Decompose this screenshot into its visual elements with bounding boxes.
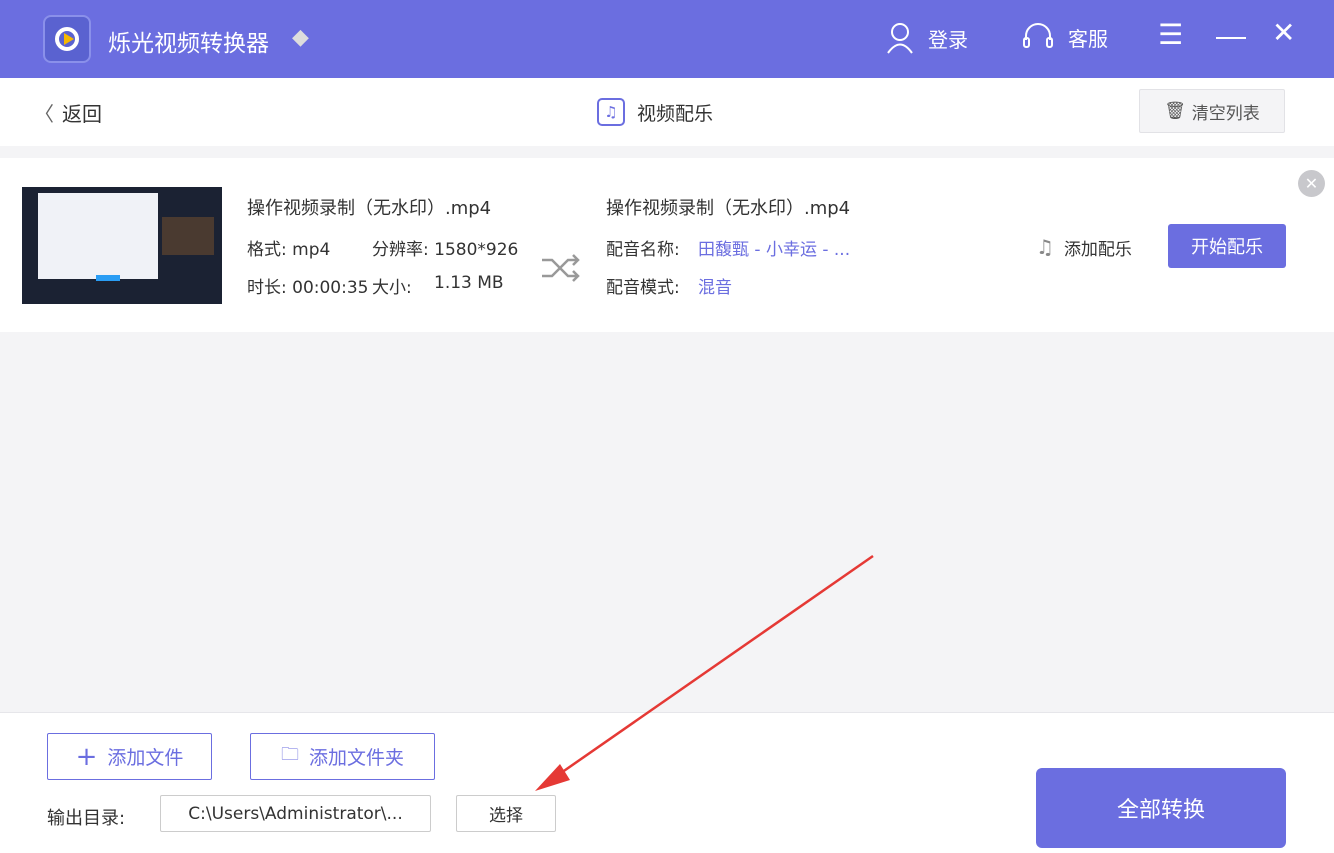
music-mode[interactable]: 混音 [698,273,732,298]
back-label: 返回 [62,102,102,126]
output-dir-input[interactable]: C:\Users\Administrator\... [160,795,431,832]
login-label: 登录 [928,27,968,52]
size-label: 大小: [372,278,412,298]
add-file-button[interactable]: + 添加文件 [47,733,212,780]
support-button[interactable]: 客服 [1022,22,1108,52]
app-logo-icon [43,15,91,63]
size-value: 1.13 MB [434,273,504,293]
page-title-label: 视频配乐 [637,102,714,125]
music-mode-label: 配音模式: [606,278,680,298]
music-name-label: 配音名称: [606,240,680,260]
add-file-label: 添加文件 [107,747,184,769]
folder-icon: 🗀 [280,743,299,765]
bottom-panel: + 添加文件 🗀 添加文件夹 输出目录: C:\Users\Administrato… [0,712,1334,853]
shuffle-icon [542,254,580,282]
headset-icon [1023,23,1053,48]
vip-diamond-icon[interactable]: ◆ [292,25,320,50]
convert-all-button[interactable]: 全部转换 [1036,768,1286,848]
add-folder-button[interactable]: 🗀 添加文件夹 [250,733,435,780]
output-dir-label: 输出目录: [47,808,126,829]
login-button[interactable]: 登录 [886,22,968,54]
music-video-icon: ♫ [597,98,625,126]
source-file-name: 操作视频录制（无水印）.mp4 [247,198,492,219]
start-music-button[interactable]: 开始配乐 [1168,224,1286,268]
clear-list-button[interactable]: 🗑 清空列表 [1139,89,1285,133]
page-title: ♫ 视频配乐 [597,98,713,126]
remove-item-close-icon[interactable]: ✕ [1298,170,1325,197]
add-folder-label: 添加文件夹 [308,747,404,769]
chevron-left-icon: 〈 [34,102,54,126]
close-window-button[interactable]: ✕ [1272,16,1295,49]
support-label: 客服 [1068,26,1108,51]
music-note-icon: ♫ [1036,235,1054,259]
choose-dir-button[interactable]: 选择 [456,795,556,832]
sub-header: 〈 返回 ♫ 视频配乐 🗑 清空列表 [0,78,1334,146]
app-title: 烁光视频转换器 [108,31,269,57]
menu-icon[interactable]: ☰ [1158,18,1183,51]
back-button[interactable]: 〈 返回 [34,98,102,127]
user-icon [887,23,913,54]
title-bar: 烁光视频转换器 ◆ 登录 客服 ☰ ✕ [0,0,1334,78]
add-music-label: 添加配乐 [1063,240,1132,260]
format: 格式: mp4 [247,240,331,260]
music-name[interactable]: 田馥甄 - 小幸运 - ... [698,235,850,260]
minimize-button[interactable] [1216,37,1246,39]
video-thumbnail [22,187,222,304]
plus-icon: + [75,741,98,772]
duration: 时长: 00:00:35 [247,278,369,298]
trash-icon: 🗑 [1164,101,1186,121]
resolution: 分辨率: 1580*926 [372,240,519,260]
add-music-button[interactable]: ♫ 添加配乐 [1036,235,1132,260]
output-file-name: 操作视频录制（无水印）.mp4 [606,198,851,219]
clear-list-label: 清空列表 [1191,103,1260,124]
